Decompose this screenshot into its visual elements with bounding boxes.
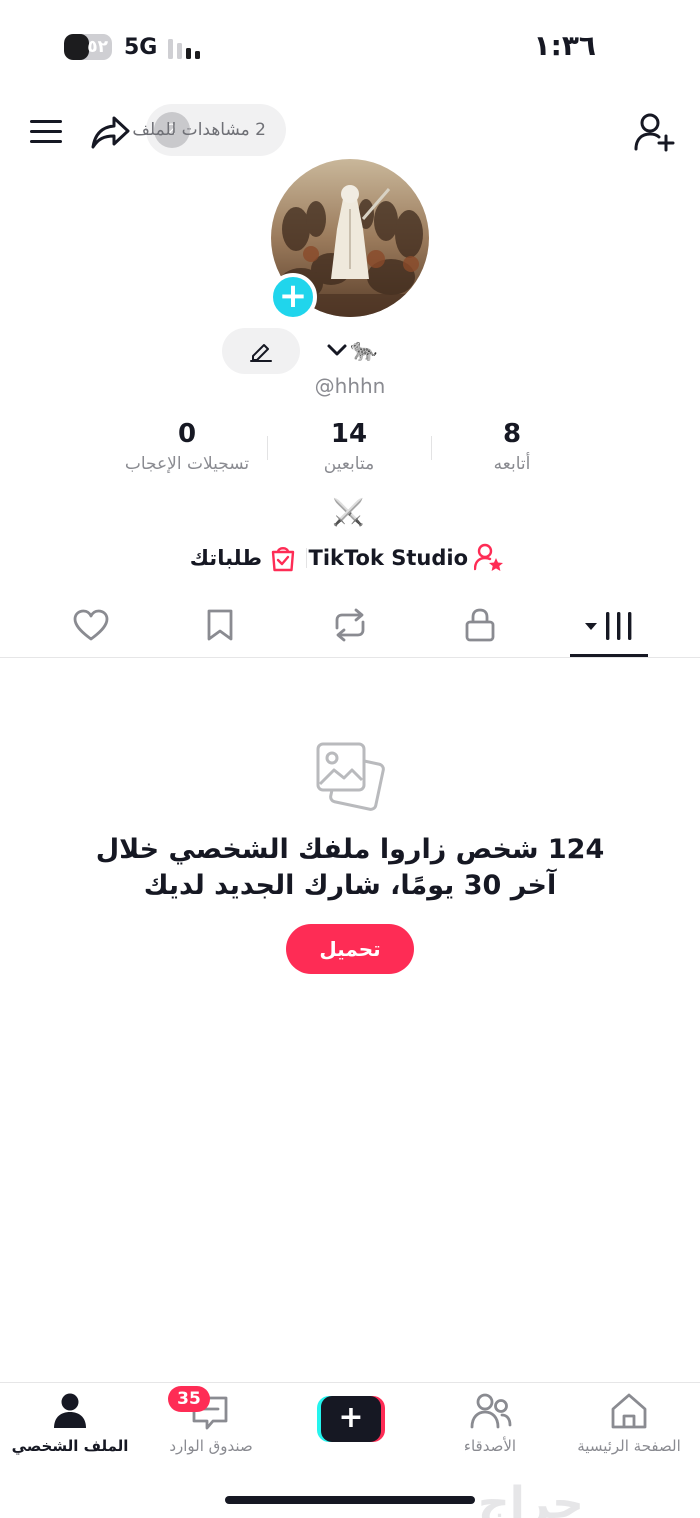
status-time: ١:٣٦ <box>533 29 596 62</box>
nav-profile-label[interactable]: الملف الشخصي <box>0 1436 140 1456</box>
pencil-icon <box>249 340 273 362</box>
add-friend-icon[interactable] <box>632 112 676 152</box>
home-indicator[interactable] <box>225 1496 475 1504</box>
battery-percent: ٥٢ <box>87 37 108 57</box>
profile-visits-message: 124 شخص زاروا ملفك الشخصي خلال آخر 30 يو… <box>60 832 640 904</box>
bio-swords-emoji: ⚔️ <box>332 498 365 528</box>
nav-friends-label[interactable]: الأصدقاء <box>420 1436 560 1456</box>
reposts-tab-repost-icon[interactable] <box>331 608 369 642</box>
profile-visits-line-1: 124 شخص زاروا ملفك الشخصي خلال <box>95 834 605 865</box>
nav-home-label[interactable]: الصفحة الرئيسية <box>559 1436 699 1456</box>
likes-label[interactable]: تسجيلات الإعجاب <box>102 452 272 476</box>
edit-profile-button[interactable] <box>222 328 300 374</box>
network-label: 5G <box>124 35 158 60</box>
upload-button[interactable]: تحميل <box>286 924 414 974</box>
photos-placeholder-icon <box>312 740 388 812</box>
following-count[interactable]: 8 <box>427 418 597 450</box>
battery-indicator: ٥٢ <box>64 34 112 60</box>
tabs-divider <box>0 657 700 658</box>
shopping-bag-icon <box>270 544 296 572</box>
menu-icon[interactable] <box>28 116 64 148</box>
profile-visits-line-2: آخر 30 يومًا، شارك الجديد لديك <box>143 870 557 901</box>
bottom-nav-divider <box>0 1382 700 1383</box>
followers-label[interactable]: متابعين <box>264 452 434 476</box>
display-name-emoji: 🐆 <box>350 338 378 363</box>
likes-count[interactable]: 0 <box>102 418 272 450</box>
liked-tab-heart-icon[interactable] <box>72 608 110 642</box>
signal-bars-icon <box>166 37 206 59</box>
home-icon[interactable] <box>609 1392 649 1430</box>
following-label[interactable]: أتابعه <box>427 452 597 476</box>
favorites-tab-bookmark-icon[interactable] <box>205 608 235 642</box>
nav-inbox-label[interactable]: صندوق الوارد <box>141 1436 281 1456</box>
profile-views-text: 2 مشاهدات للملف <box>132 120 266 140</box>
inbox-badge: 35 <box>168 1386 210 1412</box>
tiktok-studio-link[interactable]: TikTok Studio <box>309 544 469 572</box>
add-avatar-plus-icon[interactable]: + <box>269 273 317 321</box>
links-divider <box>306 548 307 568</box>
orders-link[interactable]: طلباتك <box>190 544 262 572</box>
videos-tab-grid-icon[interactable] <box>583 610 635 642</box>
share-icon[interactable] <box>90 112 132 152</box>
account-switch-chevron-icon[interactable] <box>326 341 348 359</box>
username: @hhhn <box>314 374 386 398</box>
profile-person-icon[interactable] <box>52 1392 88 1430</box>
friends-icon[interactable] <box>469 1392 513 1430</box>
private-tab-lock-icon[interactable] <box>464 607 496 643</box>
haraj-watermark: حراج <box>478 1478 584 1518</box>
create-plus-icon: + <box>321 1396 381 1442</box>
profile-views-pill[interactable]: 2 2 مشاهدات للملف <box>132 104 286 156</box>
create-button[interactable]: + <box>317 1396 385 1442</box>
followers-count[interactable]: 14 <box>264 418 434 450</box>
creator-star-icon <box>474 543 504 571</box>
